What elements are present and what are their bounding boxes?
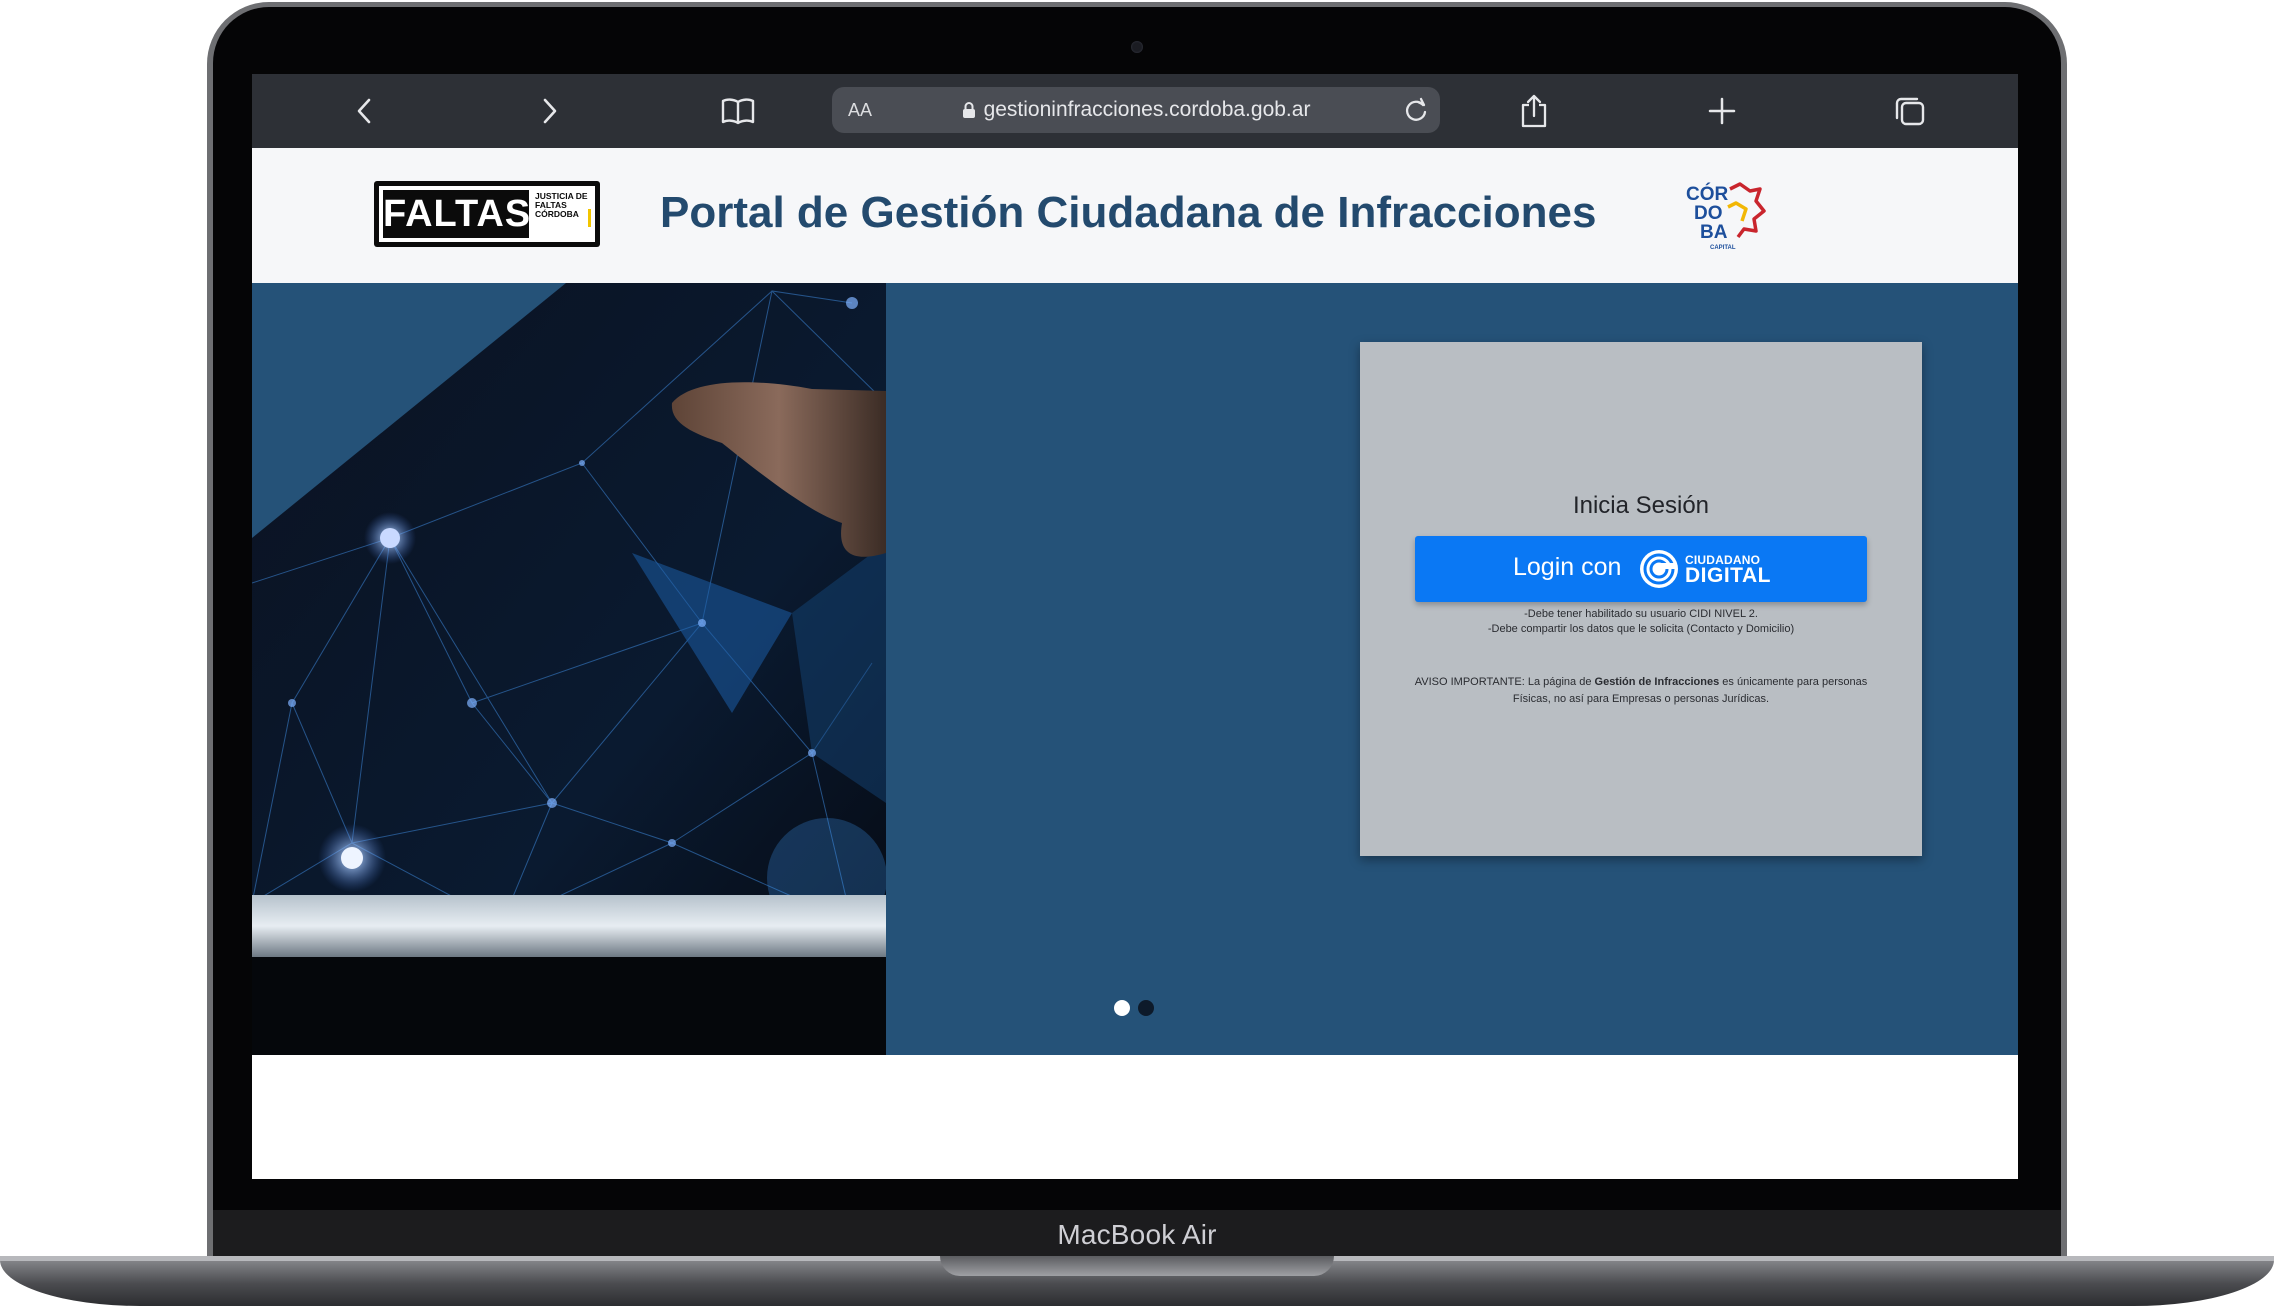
hero-section: Inicia Sesión Login con CIUDADANO DIGITA… (252, 283, 2018, 1055)
faltas-logo-main: FALTAS (383, 190, 530, 238)
tabs-icon (1895, 97, 1925, 126)
url-display[interactable]: gestioninfracciones.cordoba.gob.ar (832, 87, 1440, 133)
login-card: Inicia Sesión Login con CIUDADANO DIGITA… (1360, 342, 1922, 856)
notice-bold: Gestión de Infracciones (1594, 676, 1720, 688)
address-bar[interactable]: AA gestioninfracciones.cordoba.gob.ar (832, 87, 1440, 133)
site-header: FALTAS JUSTICIA DE FALTAS CÓRDOBA Portal… (252, 148, 2018, 283)
carousel-dot-1[interactable] (1114, 1000, 1130, 1016)
new-tab-button[interactable] (1702, 74, 1742, 148)
login-note-2: -Debe compartir los datos que le solicit… (1487, 623, 1795, 635)
cidi-logo-icon (1640, 550, 1678, 588)
reload-icon (1405, 97, 1427, 121)
url-text: gestioninfracciones.cordoba.gob.ar (983, 98, 1311, 121)
cordoba-logo-line3: BA (1700, 222, 1728, 243)
cordoba-logo-icon: CÓR DO BA CAPITAL (1686, 182, 1766, 251)
cordoba-logo-line1: CÓR (1686, 183, 1729, 205)
bookmarks-button[interactable] (718, 74, 758, 148)
forward-button[interactable] (530, 74, 570, 148)
login-title: Inicia Sesión (1572, 492, 1710, 519)
bookmarks-icon (721, 98, 755, 125)
reload-button[interactable] (1402, 96, 1430, 124)
faltas-logo-accent (588, 209, 591, 227)
cidi-login-button[interactable]: Login con CIUDADANO DIGITAL (1415, 536, 1867, 602)
carousel-dot-2[interactable] (1138, 1000, 1154, 1016)
back-icon (357, 98, 371, 124)
share-button[interactable] (1514, 74, 1554, 148)
new-tab-icon (1708, 97, 1736, 125)
faltas-logo[interactable]: FALTAS JUSTICIA DE FALTAS CÓRDOBA (374, 181, 600, 247)
notice-prefix: AVISO IMPORTANTE: La página de (1414, 676, 1592, 688)
browser-toolbar: AA gestioninfracciones.cordoba.gob.ar (252, 74, 2018, 148)
camera-icon (1131, 41, 1143, 53)
device-label: MacBook Air (1057, 1219, 1217, 1250)
cordoba-logo-caption: CAPITAL (1710, 245, 1736, 251)
important-notice: AVISO IMPORTANTE: La página de Gestión d… (1408, 674, 1874, 708)
laptop-hinge (940, 1256, 1334, 1276)
page-title: Portal de Gestión Ciudadana de Infraccio… (660, 188, 1597, 237)
faltas-logo-sub: JUSTICIA DE FALTAS CÓRDOBA (535, 191, 588, 219)
login-button-label: Login con (1513, 553, 1622, 581)
back-button[interactable] (344, 74, 384, 148)
forward-icon (543, 98, 557, 124)
lock-icon (962, 102, 975, 119)
hero-image (252, 283, 886, 1055)
browser-window: AA gestioninfracciones.cordoba.gob.ar FA… (252, 74, 2018, 1179)
cidi-logo-bottom: DIGITAL (1685, 564, 1771, 587)
tabs-button[interactable] (1890, 74, 1930, 148)
cordoba-capital-logo[interactable]: CÓR DO BA CAPITAL (1684, 179, 1768, 251)
carousel-indicators (1114, 1000, 1154, 1018)
login-note-1: -Debe tener habilitado su usuario CIDI N… (1524, 608, 1758, 620)
share-icon (1521, 94, 1547, 128)
page-footer (252, 1055, 2018, 1179)
cordoba-logo-line2: DO (1694, 203, 1723, 224)
